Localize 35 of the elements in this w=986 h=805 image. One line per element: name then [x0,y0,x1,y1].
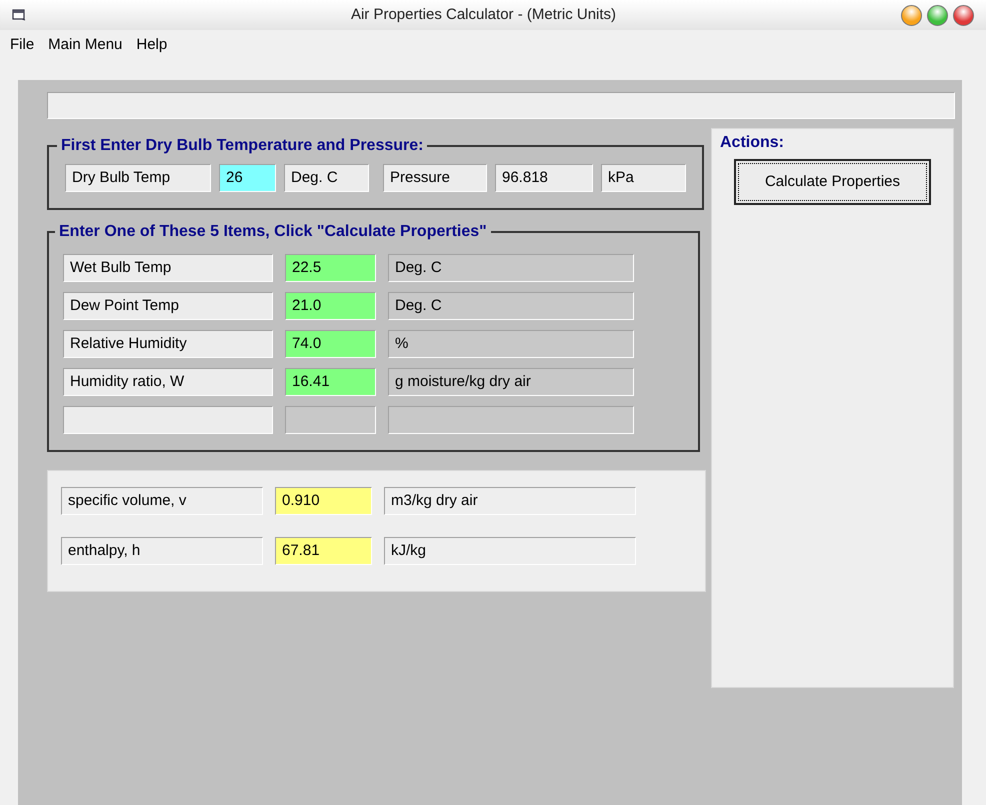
field-label: Dry Bulb Temp [65,164,211,192]
value-field: 0.910 [275,487,372,515]
value-field: 74.0 [285,330,376,358]
field-label: Wet Bulb Temp [63,254,273,282]
unit-label: kPa [601,164,686,192]
unit-label: Deg. C [388,254,634,282]
menu-item[interactable]: Help [136,34,168,56]
minimize-button[interactable] [901,4,922,26]
field-label: Humidity ratio, W [63,368,273,396]
menu-item[interactable]: Main Menu [48,34,122,56]
group-title: Enter One of These 5 Items, Click "Calculate Properties" [58,222,488,242]
maximize-button[interactable] [927,4,948,26]
unit-label: Deg. C [284,164,369,192]
field-label: specific volume, v [61,487,263,515]
unit-label: g moisture/kg dry air [388,368,634,396]
calculate-button[interactable]: Calculate Properties [734,159,931,205]
menu-item[interactable]: File [10,34,34,56]
field-label: Dew Point Temp [63,292,273,320]
value-field: 96.818 [495,164,593,192]
window-icon [12,9,26,21]
unit-label: % [388,330,634,358]
value-field: 21.0 [285,292,376,320]
close-button[interactable] [953,4,974,26]
group-title: First Enter Dry Bulb Temperature and Pressure: [60,136,424,156]
field-label: Pressure [383,164,487,192]
field-label: enthalpy, h [61,537,263,565]
window-title: Air Properties Calculator - (Metric Units) [350,4,618,25]
unit-label: m3/kg dry air [384,487,636,515]
value-field: 16.41 [285,368,376,396]
unit-label: Deg. C [388,292,634,320]
value-field: 67.81 [275,537,372,565]
field-label: Relative Humidity [63,330,273,358]
unit-label: kJ/kg [384,537,636,565]
value-field: 22.5 [285,254,376,282]
value-field: 26 [219,164,276,192]
